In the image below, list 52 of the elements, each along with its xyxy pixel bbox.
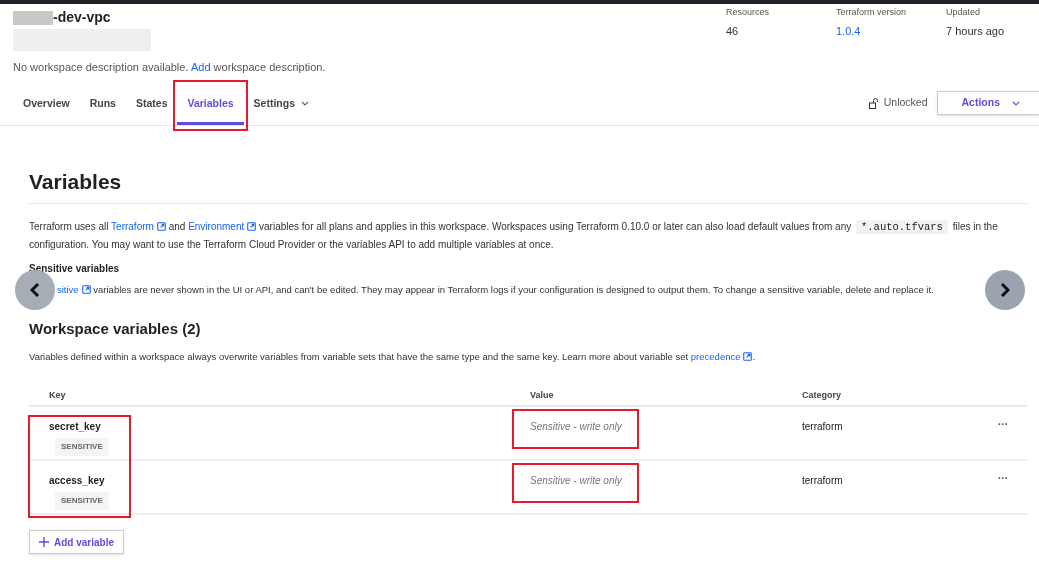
redacted-block <box>13 10 53 25</box>
tab[interactable]: Runs <box>79 85 126 125</box>
row-menu-button[interactable]: ··· <box>998 419 1008 431</box>
section-description: Variables defined within a workspace always overwrite variables from variable sets that have the same type and the same key. Learn more about variable set precedence . <box>29 349 757 364</box>
stat-label: Terraform version <box>836 6 908 19</box>
link[interactable]: Environment <box>188 221 257 232</box>
stat-value: 46 <box>726 23 740 39</box>
variable-category: terraform <box>802 474 844 488</box>
chevron-right-icon <box>1000 283 1010 297</box>
code-snippet: *.auto.tfvars <box>856 220 948 234</box>
column-header: Value <box>530 389 555 402</box>
section-title: Workspace variables (2) <box>29 319 202 340</box>
variable-key: access_key <box>49 473 105 488</box>
page-title: Variables <box>29 165 1027 204</box>
link[interactable]: Terraform <box>111 221 166 232</box>
add-variable-button[interactable]: Add variable <box>29 530 125 554</box>
lock-status: Unlocked <box>883 95 928 111</box>
tab[interactable]: Settings <box>243 85 319 125</box>
actions-button[interactable]: Actions <box>937 91 1039 115</box>
stat-value[interactable]: 1.0.4 <box>836 22 946 39</box>
next-button[interactable] <box>985 270 1025 310</box>
chevron-left-icon <box>30 283 40 297</box>
variable-value: Sensitive - write only <box>530 421 622 432</box>
external-link-icon <box>81 285 91 294</box>
workspace-title: -dev-vpc <box>53 8 111 27</box>
variable-key: secret_key <box>49 419 101 434</box>
previous-button[interactable] <box>15 270 55 310</box>
external-link-icon <box>156 222 166 231</box>
tab[interactable]: States <box>125 85 178 125</box>
tab[interactable]: Overview <box>13 85 80 125</box>
chevron-down-icon <box>301 101 309 106</box>
tab[interactable]: Variables <box>177 85 244 125</box>
sensitive-badge: SENSITIVE <box>55 438 109 456</box>
column-header: Category <box>802 389 841 402</box>
column-header: Key <box>48 389 67 402</box>
sensitive-badge: SENSITIVE <box>55 492 109 510</box>
variable-category: terraform <box>802 420 844 434</box>
link[interactable]: Add <box>190 61 211 73</box>
row-menu-button[interactable]: ··· <box>998 473 1008 485</box>
sensitive-paragraph: sitive variables are never shown in the UI or API, and can't be edited. They may appear in Terraform logs if your configuration is designed to output them. To change a sensitive variable, delete and replace it. <box>57 283 935 297</box>
stat-label: Updated <box>946 6 982 19</box>
variable-value: Sensitive - write only <box>530 475 622 486</box>
link[interactable]: precedence <box>690 350 753 362</box>
stat-value: 7 hours ago <box>946 23 1006 39</box>
stat-label: Resources <box>726 6 771 19</box>
chevron-down-icon <box>1012 100 1020 106</box>
external-link-icon <box>743 351 753 361</box>
external-link-icon <box>247 222 257 231</box>
intro-paragraph: Terraform uses all Terraform and Environment variables for all plans and applies in this workspace. Workspaces using Terraform 0.10.0 or later can also load default values from any *.auto.tfvars files in the configuration. You may want to use the Terraform Cloud Provider or the variables API to add multiple variables at once. <box>29 219 999 252</box>
link[interactable]: sitive <box>57 284 91 295</box>
workspace-description: No workspace description available. Add workspace description. <box>13 60 326 75</box>
plus-icon <box>39 537 49 547</box>
